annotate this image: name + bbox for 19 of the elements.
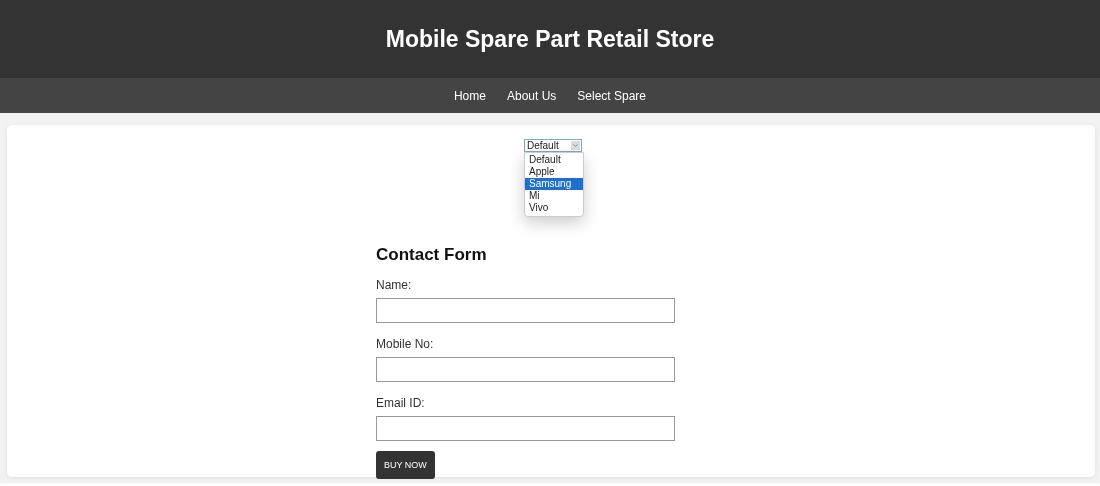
nav-link[interactable]: Home: [453, 88, 486, 103]
dropdown-option[interactable]: Default: [525, 154, 583, 166]
nav-link[interactable]: Select Spare: [577, 88, 647, 103]
input-field[interactable]: [376, 298, 675, 323]
field-label: Name:: [376, 278, 413, 292]
field-label: Mobile No:: [376, 337, 435, 351]
dropdown-option[interactable]: Samsung: [525, 178, 583, 190]
input-field[interactable]: [376, 357, 675, 382]
buy-now-button[interactable]: BUY NOW: [376, 451, 435, 479]
dropdown-option[interactable]: Vivo: [525, 202, 583, 214]
input-field[interactable]: [376, 416, 675, 441]
dropdown-option[interactable]: Mi: [525, 190, 583, 202]
caret-icon: [571, 141, 580, 150]
site-title: Mobile Spare Part Retail Store: [385, 25, 715, 53]
brand-select[interactable]: Default: [524, 139, 582, 152]
nav-link[interactable]: About Us: [506, 88, 557, 103]
field-label: Email ID:: [376, 396, 426, 410]
form-title: Contact Form: [376, 245, 488, 265]
dropdown-option[interactable]: Apple: [525, 166, 583, 178]
